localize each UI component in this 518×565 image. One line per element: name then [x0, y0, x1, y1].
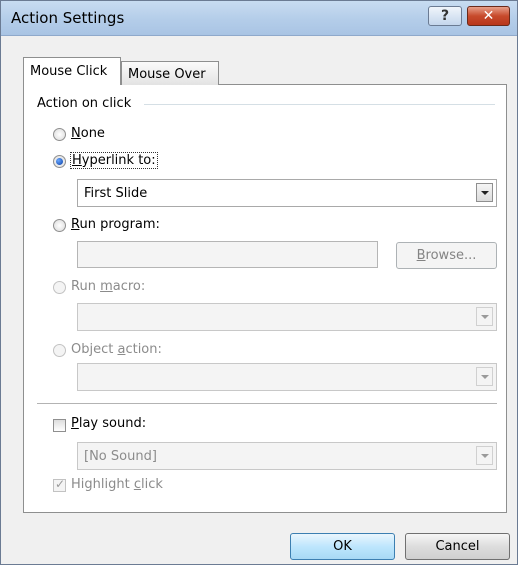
run-macro-label: Run macro: [71, 279, 146, 294]
none-label[interactable]: None [71, 126, 105, 141]
help-icon[interactable]: ? [428, 6, 462, 26]
title-bar: Action Settings ? ✕ [1, 1, 517, 36]
hyperlink-radio[interactable] [53, 155, 66, 168]
run-program-radio[interactable] [53, 219, 66, 232]
object-action-label: Object action: [71, 342, 162, 357]
tab-mouse-click[interactable]: Mouse Click [23, 57, 121, 85]
tab-mouse-over[interactable]: Mouse Over [121, 61, 219, 85]
object-action-radio[interactable] [53, 344, 66, 357]
hyperlink-value: First Slide [84, 186, 148, 201]
action-group-label: Action on click [37, 96, 132, 111]
window-title: Action Settings [11, 9, 125, 27]
hyperlink-dropdown[interactable]: First Slide [77, 179, 497, 207]
none-radio[interactable] [53, 128, 66, 141]
group-divider [144, 104, 495, 105]
play-sound-checkbox[interactable] [53, 419, 66, 432]
play-sound-label[interactable]: Play sound: [71, 416, 146, 431]
action-settings-dialog: Action Settings ? ✕ Mouse Click Mouse Ov… [0, 0, 518, 565]
close-icon[interactable]: ✕ [467, 6, 510, 26]
run-macro-radio[interactable] [53, 281, 66, 294]
ok-button[interactable]: OK [290, 533, 395, 560]
dropdown-arrow-icon[interactable] [476, 367, 493, 386]
sound-dropdown[interactable]: [No Sound] [77, 442, 497, 470]
checkmark-icon: ✓ [55, 477, 66, 491]
highlight-click-label: Highlight click [71, 477, 163, 492]
object-action-dropdown[interactable] [77, 363, 497, 391]
browse-button[interactable]: Browse... [396, 242, 497, 269]
dropdown-arrow-icon[interactable] [476, 307, 493, 326]
highlight-click-checkbox[interactable]: ✓ [53, 477, 66, 492]
run-program-label[interactable]: Run program: [71, 217, 160, 232]
dropdown-arrow-icon[interactable] [476, 446, 493, 465]
dropdown-arrow-icon[interactable] [476, 183, 493, 202]
sound-value: [No Sound] [84, 449, 157, 464]
section-separator [37, 403, 497, 404]
run-program-input[interactable] [77, 241, 378, 268]
hyperlink-label[interactable]: Hyperlink to: [70, 152, 158, 169]
cancel-button[interactable]: Cancel [405, 533, 510, 560]
run-macro-dropdown[interactable] [77, 303, 497, 331]
